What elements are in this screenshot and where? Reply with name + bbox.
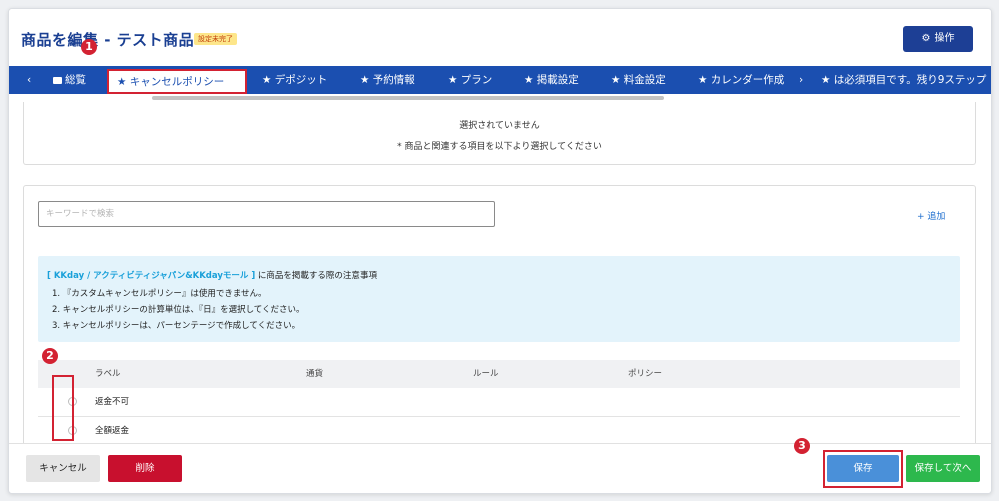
tab-deposit[interactable]: ★ デポジット — [262, 66, 327, 94]
tab-bar: ‹ 総覧 ★ キャンセルポリシー ★ デポジット ★ 予約情報 ★ プラン ★ … — [9, 66, 991, 94]
row-label: 返金不可 — [95, 397, 130, 407]
operations-button-label: 操作 — [934, 33, 955, 44]
folder-icon — [53, 77, 62, 84]
step-marker-3: 3 — [794, 438, 810, 454]
delete-button[interactable]: 削除 — [108, 455, 182, 482]
selection-instruction: * 商品と関連する項目を以下より選択してください — [397, 142, 602, 152]
selection-summary-card: 選択されていません * 商品と関連する項目を以下より選択してください — [23, 102, 976, 165]
tab-price-settings[interactable]: ★ 料金設定 — [611, 66, 666, 94]
notice-line-3: 3. キャンセルポリシーは、パーセンテージで作成してください。 — [52, 321, 301, 331]
tab-scrollbar-thumb[interactable] — [152, 96, 664, 100]
column-policy: ポリシー — [628, 369, 663, 379]
search-input[interactable] — [38, 201, 495, 227]
status-badge: 設定未完了 — [194, 33, 237, 45]
cancel-button[interactable]: キャンセル — [26, 455, 100, 482]
gear-icon: ⚙ — [921, 33, 931, 44]
editor-window: 商品を編集 - テスト商品 設定未完了 ⚙ 操作 ‹ 総覧 ★ キャンセルポリシー… — [8, 8, 992, 494]
row-label: 全額返金 — [95, 426, 130, 436]
save-button[interactable]: 保存 — [827, 455, 899, 482]
table-row[interactable]: 全額返金 — [38, 417, 960, 446]
column-label: ラベル — [95, 369, 121, 379]
row-radio[interactable] — [68, 426, 77, 435]
column-currency: 通貨 — [306, 369, 324, 379]
step-marker-1: 1 — [81, 39, 97, 55]
tab-prev-arrow[interactable]: ‹ — [27, 66, 31, 94]
policy-table-header: ラベル 通貨 ルール ポリシー — [38, 360, 960, 388]
row-radio[interactable] — [68, 397, 77, 406]
notice-box: [ KKday / アクティビティジャパン&KKdayモール ] に商品を掲載す… — [38, 256, 960, 342]
tab-calendar[interactable]: ★ カレンダー作成 — [698, 66, 784, 94]
notice-heading: [ KKday / アクティビティジャパン&KKdayモール ] に商品を掲載す… — [47, 269, 377, 281]
tab-scrollbar[interactable] — [9, 94, 991, 102]
page-title: 商品を編集 - テスト商品 — [21, 31, 195, 49]
notice-platform-highlight: [ KKday / アクティビティジャパン&KKdayモール ] — [47, 271, 256, 281]
tab-overview[interactable]: 総覧 — [53, 66, 86, 94]
tab-listing-settings[interactable]: ★ 掲載設定 — [524, 66, 579, 94]
page-header: 商品を編集 - テスト商品 設定未完了 ⚙ 操作 — [9, 9, 991, 67]
tab-plan[interactable]: ★ プラン — [448, 66, 492, 94]
tab-overview-label: 総覧 — [65, 74, 86, 86]
notice-line-1: 1. 『カスタムキャンセルポリシー』は使用できません。 — [52, 289, 267, 299]
add-policy-link[interactable]: + 追加 — [917, 209, 945, 222]
required-steps-note: ★ は必須項目です。残り9ステップ — [821, 74, 987, 86]
tab-next-arrow[interactable]: › — [799, 66, 803, 94]
not-selected-text: 選択されていません — [459, 121, 540, 131]
tab-reservation-info[interactable]: ★ 予約情報 — [360, 66, 415, 94]
notice-line-2: 2. キャンセルポリシーの計算単位は、『日』を選択してください。 — [52, 305, 305, 315]
tab-cancel-policy[interactable]: ★ キャンセルポリシー — [107, 69, 247, 94]
table-row[interactable]: 返金不可 — [38, 388, 960, 417]
column-rule: ルール — [473, 369, 499, 379]
cancel-policy-card: + 追加 [ KKday / アクティビティジャパン&KKdayモール ] に商… — [23, 185, 976, 447]
step-marker-2: 2 — [42, 348, 58, 364]
action-footer: キャンセル 削除 保存 保存して次へ — [9, 443, 991, 493]
operations-button[interactable]: ⚙ 操作 — [903, 26, 973, 52]
notice-heading-text: に商品を掲載する際の注意事項 — [255, 271, 377, 281]
save-and-next-button[interactable]: 保存して次へ — [906, 455, 980, 482]
